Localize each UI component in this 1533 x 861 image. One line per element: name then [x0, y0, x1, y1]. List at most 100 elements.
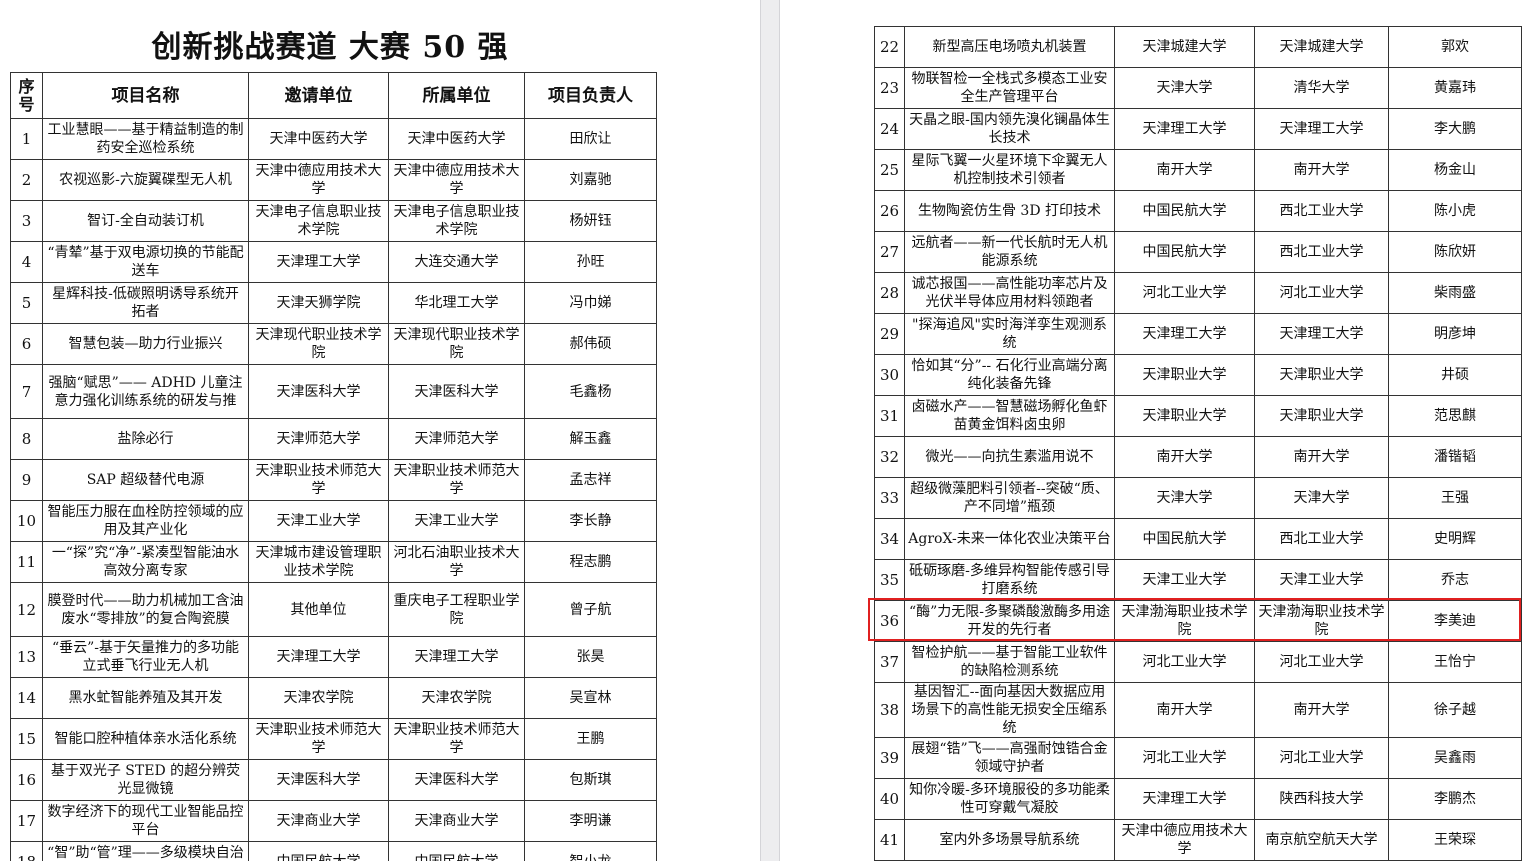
- cell-inviting-unit: 天津师范大学: [248, 418, 389, 460]
- cell-project-leader: 田欣让: [524, 118, 657, 160]
- cell-project-name: 恰如其“分”-- 石化行业高端分离纯化装备先锋: [904, 354, 1115, 396]
- table-row: 8 盐除必行 天津师范大学 天津师范大学 解玉鑫: [10, 418, 657, 460]
- cell-project-leader: 乔志: [1388, 559, 1522, 601]
- table-row: 25 星际飞翼一火星环境下伞翼无人机控制技术引领者 南开大学 南开大学 杨金山: [874, 149, 1522, 191]
- cell-project-name: 诚芯报国——高性能功率芯片及光伏半导体应用材料领跑者: [904, 272, 1115, 314]
- cell-inviting-unit: 天津职业技术师范大学: [248, 459, 389, 501]
- cell-project-leader: 李美迪: [1388, 600, 1522, 642]
- cell-affiliated-unit: 天津商业大学: [388, 800, 525, 842]
- cell-affiliated-unit: 南京航空航天大学: [1254, 819, 1389, 861]
- cell-affiliated-unit: 天津中医药大学: [388, 118, 525, 160]
- table-row: 1 工业慧眼——基于精益制造的制药安全巡检系统 天津中医药大学 天津中医药大学 田欣让: [10, 118, 657, 160]
- table-row: 37 智检护航——基于智能工业软件的缺陷检测系统 河北工业大学 河北工业大学 王怡宁: [874, 641, 1522, 683]
- cell-affiliated-unit: 河北工业大学: [1254, 272, 1389, 314]
- cell-project-name: 基因智汇--面向基因大数据应用场景下的高性能无损安全压缩系统: [904, 682, 1115, 738]
- cell-project-name: 超级微藻肥料引领者--突破“质、产不同增”瓶颈: [904, 477, 1115, 519]
- cell-affiliated-unit: 天津渤海职业技术学院: [1254, 600, 1389, 642]
- cell-affiliated-unit: 天津职业大学: [1254, 354, 1389, 396]
- header-inviting-unit: 邀请单位: [248, 72, 389, 119]
- cell-project-name: 星辉科技-低碳照明诱导系统开拓者: [42, 282, 249, 324]
- cell-serial-no: 18: [10, 841, 43, 861]
- table-row: 7 强脑“赋思”—— ADHD 儿童注意力强化训练系统的研发与推 天津医科大学 天津医…: [10, 364, 657, 419]
- table-row: 17 数字经济下的现代工业智能品控平台 天津商业大学 天津商业大学 李明谦: [10, 800, 657, 842]
- cell-project-name: 星际飞翼一火星环境下伞翼无人机控制技术引领者: [904, 149, 1115, 191]
- cell-project-leader: 李明谦: [524, 800, 657, 842]
- cell-affiliated-unit: 南开大学: [1254, 149, 1389, 191]
- table-row: 35 砥砺琢磨-多维异构智能传感引导打磨系统 天津工业大学 天津工业大学 乔志: [874, 559, 1522, 601]
- cell-serial-no: 11: [10, 541, 43, 583]
- cell-affiliated-unit: 天津医科大学: [388, 759, 525, 801]
- cell-affiliated-unit: 西北工业大学: [1254, 518, 1389, 560]
- cell-serial-no: 41: [874, 819, 905, 861]
- cell-inviting-unit: 天津城市建设管理职业技术学院: [248, 541, 389, 583]
- results-table-right: 22 新型高压电场喷丸机装置 天津城建大学 天津城建大学 郭欢 23 物联智检一全栈式多模态…: [874, 26, 1522, 861]
- cell-serial-no: 40: [874, 778, 905, 820]
- cell-project-leader: 冯巾娣: [524, 282, 657, 324]
- cell-serial-no: 27: [874, 231, 905, 273]
- cell-serial-no: 8: [10, 418, 43, 460]
- cell-serial-no: 7: [10, 364, 43, 419]
- cell-affiliated-unit: 清华大学: [1254, 67, 1389, 109]
- cell-inviting-unit: 河北工业大学: [1114, 272, 1255, 314]
- cell-inviting-unit: 天津理工大学: [1114, 108, 1255, 150]
- cell-project-name: 微光——向抗生素滥用说不: [904, 436, 1115, 478]
- cell-project-name: 农视巡影-六旋翼碟型无人机: [42, 159, 249, 201]
- cell-project-leader: 曾子航: [524, 582, 657, 637]
- cell-inviting-unit: 其他单位: [248, 582, 389, 637]
- cell-affiliated-unit: 天津中德应用技术大学: [388, 159, 525, 201]
- cell-project-leader: 孙旺: [524, 241, 657, 283]
- cell-project-leader: 陈小虎: [1388, 190, 1522, 232]
- table-row: 41 室内外多场景导航系统 天津中德应用技术大学 南京航空航天大学 王荣琛: [874, 819, 1522, 861]
- cell-project-name: 工业慧眼——基于精益制造的制药安全巡检系统: [42, 118, 249, 160]
- cell-affiliated-unit: 中国民航大学: [388, 841, 525, 861]
- cell-inviting-unit: 天津中德应用技术大学: [1114, 819, 1255, 861]
- cell-affiliated-unit: 华北理工大学: [388, 282, 525, 324]
- cell-inviting-unit: 天津商业大学: [248, 800, 389, 842]
- cell-serial-no: 24: [874, 108, 905, 150]
- cell-serial-no: 36: [874, 600, 905, 642]
- cell-project-leader: 刘嘉驰: [524, 159, 657, 201]
- cell-serial-no: 35: [874, 559, 905, 601]
- cell-serial-no: 34: [874, 518, 905, 560]
- cell-project-leader: 柴雨盛: [1388, 272, 1522, 314]
- table-row: 16 基于双光子 STED 的超分辨荧光显微镜 天津医科大学 天津医科大学 包斯琪: [10, 759, 657, 801]
- cell-serial-no: 33: [874, 477, 905, 519]
- cell-project-name: “酶”力无限-多聚磷酸激酶多用途开发的先行者: [904, 600, 1115, 642]
- table-row: 4 “青辇”基于双电源切换的节能配送车 天津理工大学 大连交通大学 孙旺: [10, 241, 657, 283]
- cell-affiliated-unit: 天津工业大学: [388, 500, 525, 542]
- cell-project-name: 物联智检一全栈式多模态工业安全生产管理平台: [904, 67, 1115, 109]
- cell-serial-no: 2: [10, 159, 43, 201]
- table-row: 12 膜登时代——助力机械加工含油废水“零排放”的复合陶瓷膜 其他单位 重庆电子工程职…: [10, 582, 657, 637]
- cell-project-leader: 杨妍钰: [524, 200, 657, 242]
- cell-serial-no: 17: [10, 800, 43, 842]
- cell-inviting-unit: 天津电子信息职业技术学院: [248, 200, 389, 242]
- cell-inviting-unit: 天津理工大学: [248, 241, 389, 283]
- header-project-name: 项目名称: [42, 72, 249, 119]
- cell-project-leader: 智小龙: [524, 841, 657, 861]
- cell-project-leader: 王强: [1388, 477, 1522, 519]
- cell-project-name: 智能压力服在血栓防控领域的应用及其产业化: [42, 500, 249, 542]
- cell-affiliated-unit: 河北石油职业技术大学: [388, 541, 525, 583]
- cell-project-leader: 范思麒: [1388, 395, 1522, 437]
- cell-serial-no: 32: [874, 436, 905, 478]
- cell-affiliated-unit: 天津现代职业技术学院: [388, 323, 525, 365]
- cell-project-name: 卤磁水产——智慧磁场孵化鱼虾苗黄金饵料卤虫卵: [904, 395, 1115, 437]
- cell-inviting-unit: 天津职业大学: [1114, 354, 1255, 396]
- cell-inviting-unit: 天津城建大学: [1114, 26, 1255, 68]
- cell-serial-no: 29: [874, 313, 905, 355]
- table-row: 2 农视巡影-六旋翼碟型无人机 天津中德应用技术大学 天津中德应用技术大学 刘嘉驰: [10, 159, 657, 201]
- cell-serial-no: 3: [10, 200, 43, 242]
- page-gutter: [760, 0, 780, 861]
- cell-inviting-unit: 天津中医药大学: [248, 118, 389, 160]
- cell-serial-no: 4: [10, 241, 43, 283]
- cell-project-name: 室内外多场景导航系统: [904, 819, 1115, 861]
- cell-serial-no: 16: [10, 759, 43, 801]
- table-row: 34 AgroX-未来一体化农业决策平台 中国民航大学 西北工业大学 史明辉: [874, 518, 1522, 560]
- document-page-left: 创新挑战赛道 大赛 50 强 序号 项目名称 邀请单位 所属单位 项目负责人 1…: [0, 0, 760, 861]
- cell-affiliated-unit: 天津理工大学: [388, 636, 525, 678]
- cell-project-leader: 李大鹏: [1388, 108, 1522, 150]
- cell-inviting-unit: 南开大学: [1114, 149, 1255, 191]
- cell-project-name: 膜登时代——助力机械加工含油废水“零排放”的复合陶瓷膜: [42, 582, 249, 637]
- cell-project-name: AgroX-未来一体化农业决策平台: [904, 518, 1115, 560]
- cell-inviting-unit: 天津理工大学: [1114, 778, 1255, 820]
